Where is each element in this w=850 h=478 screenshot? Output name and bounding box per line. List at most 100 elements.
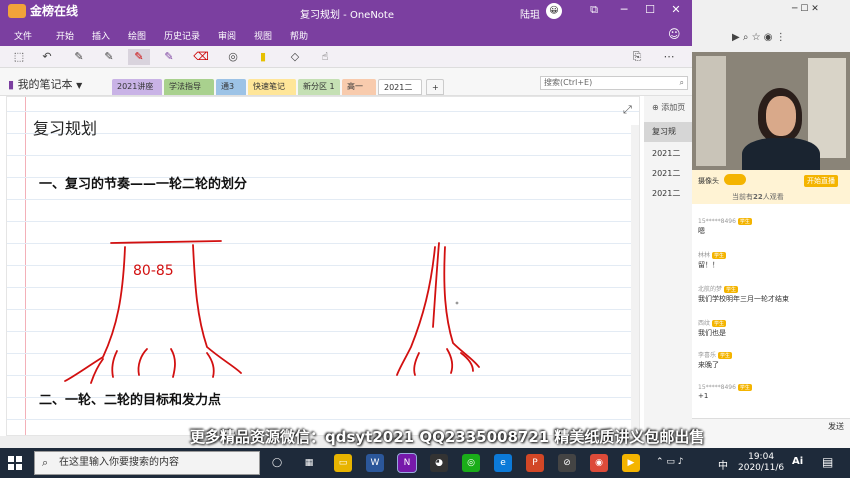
menu-file[interactable]: 文件: [14, 29, 32, 42]
search-placeholder: 搜索(Ctrl+E): [544, 78, 593, 87]
camera-toggle[interactable]: [724, 174, 746, 185]
live-controls: 摄像头 开始直播 当前有22人观看: [692, 170, 850, 204]
clock-time: 19:04: [748, 452, 775, 462]
chat-text: 留！！: [698, 261, 719, 269]
student-badge: 学生: [737, 384, 752, 391]
lasso-icon[interactable]: ⬚: [8, 49, 30, 65]
file-explorer-icon[interactable]: ▭: [334, 454, 352, 472]
pen-dark-icon[interactable]: ✎: [98, 49, 120, 65]
menu-help[interactable]: 帮助: [290, 29, 308, 42]
menu-view[interactable]: 视图: [254, 29, 272, 42]
taskbar-search-placeholder: 在这里输入你要搜索的内容: [59, 457, 179, 468]
chat-message: 北航的梦 学生 我们学校明年三月一轮才结束: [698, 284, 844, 304]
live-app-icon[interactable]: ▶: [622, 454, 640, 472]
edge-icon[interactable]: e: [494, 454, 512, 472]
menu-home[interactable]: 开始: [56, 29, 74, 42]
ink-stroke-root: [446, 348, 454, 374]
windows-start-icon[interactable]: [8, 456, 22, 470]
powerpoint-icon[interactable]: P: [526, 454, 544, 472]
section-tab[interactable]: 2021讲座: [112, 79, 162, 95]
section-tab[interactable]: 学法指导: [164, 79, 214, 95]
system-clock[interactable]: 19:04 2020/11/6: [738, 452, 784, 474]
menu-history[interactable]: 历史记录: [164, 29, 200, 42]
notification-icon[interactable]: ▤: [822, 455, 833, 469]
word-icon[interactable]: W: [366, 454, 384, 472]
section-tab[interactable]: 2021二轮: [378, 79, 422, 108]
start-live-button[interactable]: 开始直播: [804, 175, 838, 187]
page-item[interactable]: 复习规: [644, 122, 692, 142]
onenote-icon[interactable]: N: [397, 453, 417, 473]
section-tab[interactable]: 新分区 1: [298, 79, 340, 95]
menu-draw[interactable]: 绘图: [128, 29, 146, 42]
touch-draw-icon[interactable]: ☝: [314, 49, 336, 65]
browser-icons[interactable]: ▶ ⌕ ☆ ◉ ⋮: [732, 32, 786, 43]
send-button[interactable]: 发送: [828, 421, 844, 432]
user-name[interactable]: 陆珇: [520, 6, 540, 21]
section-tab[interactable]: 通3: [216, 79, 246, 95]
vertical-scrollbar[interactable]: [631, 125, 639, 435]
pen-purple-icon[interactable]: ✎: [158, 49, 180, 65]
task-grid-icon[interactable]: ▦: [300, 454, 318, 472]
ink-stroke-root: [137, 348, 148, 376]
ink-drawing: 80-85: [64, 240, 480, 384]
window-controls[interactable]: ─ ☐ ✕: [792, 4, 819, 14]
notebook-picker[interactable]: ▮ 我的笔记本 ▼: [8, 76, 82, 92]
ai-tray-label[interactable]: Ai: [792, 456, 803, 467]
brand-logo-icon: [8, 4, 26, 18]
brand-logo-text: 金榜在线: [30, 4, 79, 18]
section-tab[interactable]: 高一: [342, 79, 376, 95]
qq-icon[interactable]: ◕: [430, 454, 448, 472]
more-icon[interactable]: ⋯: [658, 49, 680, 65]
shapes-icon[interactable]: ◎: [222, 49, 244, 65]
page-item[interactable]: 2021二: [644, 184, 692, 204]
pen-black-icon[interactable]: ✎: [68, 49, 90, 65]
video-shelf: [696, 56, 726, 166]
undo-icon[interactable]: ↶: [36, 49, 58, 65]
input-language[interactable]: 中: [718, 457, 728, 472]
chat-sender: 林林: [698, 252, 711, 259]
video-face: [766, 96, 796, 136]
media-icon[interactable]: ⊘: [558, 454, 576, 472]
add-page-label: 添加页: [661, 103, 686, 112]
student-badge: 学生: [712, 320, 727, 327]
add-page-button[interactable]: ⊕ 添加页: [644, 98, 692, 118]
ink-replay-icon[interactable]: ⎘: [626, 49, 648, 65]
search-input[interactable]: 搜索(Ctrl+E) ⌕: [540, 76, 688, 90]
add-section-button[interactable]: +: [426, 79, 444, 95]
onenote-window: 金榜在线 复习规划 - OneNote 陆珇 😀 ⧉ ─ ☐ ✕ 文件 开始 插…: [0, 0, 692, 448]
ink-stroke-root: [170, 348, 176, 378]
menu-insert[interactable]: 插入: [92, 29, 110, 42]
search-icon: ⌕: [42, 456, 49, 469]
chat-sender: 李喜乐: [698, 352, 717, 359]
task-view-icon[interactable]: ◯: [268, 454, 286, 472]
pen-red-icon[interactable]: ✎: [128, 49, 150, 65]
avatar[interactable]: 😀: [546, 3, 562, 19]
camera-label: 摄像头: [698, 177, 719, 185]
add-page-icon: ⊕: [652, 103, 659, 112]
expand-icon[interactable]: ⤢: [623, 103, 632, 117]
chat-message: 林林 学生 留！！: [698, 250, 844, 270]
taskbar-search-input[interactable]: ⌕ 在这里输入你要搜索的内容: [34, 451, 260, 475]
tray-icons[interactable]: ⌃ ▭ ♪: [656, 457, 684, 467]
ruler-icon[interactable]: ◇: [284, 49, 306, 65]
viewer-number: 22: [753, 193, 763, 201]
page-canvas[interactable]: 复习规划 一、复习的节奏——一轮二轮的划分 二、一轮、二轮的目标和发力点 80-…: [6, 96, 640, 436]
menu-bar: 文件 开始 插入 绘图 历史记录 审阅 视图 帮助 ☺: [0, 24, 692, 46]
eraser-icon[interactable]: ⌫: [190, 49, 212, 65]
section-tab[interactable]: 快速笔记: [248, 79, 296, 95]
watermark-text: 更多精品资源微信：qdsyt2021 QQ2335008721 精美纸质讲义包邮…: [190, 428, 705, 446]
ink-stroke-right-trunk: [192, 244, 242, 374]
ink-stroke-root: [206, 352, 215, 378]
smiley-icon[interactable]: ☺: [668, 27, 681, 41]
maximize-button[interactable]: ☐: [640, 3, 660, 16]
chrome-icon[interactable]: ◉: [590, 454, 608, 472]
menu-review[interactable]: 审阅: [218, 29, 236, 42]
close-button[interactable]: ✕: [666, 3, 686, 16]
highlighter-icon[interactable]: ▮: [252, 49, 274, 65]
page-item[interactable]: 2021二: [644, 144, 692, 164]
chat-input-bar[interactable]: 发送: [692, 418, 850, 448]
wechat-icon[interactable]: ◎: [462, 454, 480, 472]
minimize-button[interactable]: ─: [614, 3, 634, 16]
page-item[interactable]: 2021二: [644, 164, 692, 184]
restore-icon[interactable]: ⧉: [584, 3, 604, 17]
